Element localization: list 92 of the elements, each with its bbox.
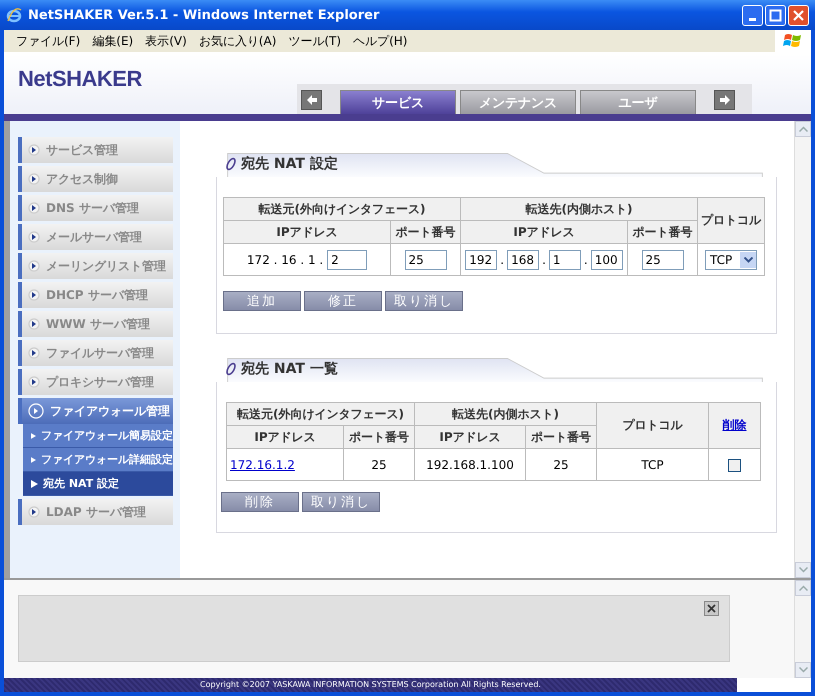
sidebar-item[interactable]: WWW サーバ管理 — [18, 311, 173, 337]
group-header: 転送先(内側ホスト) — [414, 402, 596, 426]
scroll-right-button[interactable] — [714, 90, 735, 110]
left-arrow-icon — [306, 94, 318, 106]
column-header: IPアドレス — [460, 220, 628, 244]
list-button[interactable]: 取り消し — [302, 492, 380, 512]
maximize-button[interactable] — [765, 4, 786, 26]
bullet-icon — [28, 202, 40, 214]
ip-separator: . — [584, 252, 588, 266]
menu-item[interactable]: 表示(V) — [139, 32, 193, 50]
table-cell: 25 — [526, 448, 596, 480]
bullet-icon — [28, 260, 40, 272]
table-cell: 192.168.1.100 — [414, 448, 526, 480]
menu-item[interactable]: お気に入り(A) — [192, 32, 282, 50]
delete-link[interactable]: 削除 — [722, 418, 746, 432]
bullet-icon — [28, 318, 40, 330]
ip-separator: . — [500, 252, 504, 266]
tab[interactable]: ユーザ — [580, 90, 696, 114]
menu-item[interactable]: 編集(E) — [86, 32, 140, 50]
bullet-icon — [28, 403, 44, 419]
sidebar-subitem[interactable]: ファイアウォール詳細設定 — [23, 448, 173, 472]
scrollbar[interactable] — [794, 121, 811, 578]
column-header: ポート番号 — [344, 426, 414, 448]
group-header: 転送先(内側ホスト) — [460, 198, 698, 220]
sidebar-subitem[interactable]: 宛先 NAT 設定 — [23, 472, 173, 496]
ip-field[interactable]: 1 — [548, 250, 581, 270]
triangle-icon — [31, 456, 36, 464]
tab[interactable]: サービス — [340, 90, 456, 114]
port-field[interactable]: 25 — [404, 250, 446, 270]
column-header: ポート番号 — [390, 220, 460, 244]
list-button[interactable]: 削除 — [221, 492, 299, 512]
menu-item[interactable]: ヘルプ(H) — [347, 32, 414, 50]
close-icon[interactable] — [704, 601, 719, 616]
form-button[interactable]: 追加 — [223, 291, 301, 311]
card-title: 宛先 NAT 設定 — [241, 155, 338, 173]
menu-item[interactable]: ファイル(F) — [10, 32, 86, 50]
sidebar-item[interactable]: メールサーバ管理 — [18, 224, 173, 250]
group-header: 転送元(外向けインタフェース) — [226, 402, 414, 426]
column-header: IPアドレス — [226, 426, 344, 448]
ip-separator: . — [542, 252, 546, 266]
sidebar-item[interactable]: DNS サーバ管理 — [18, 195, 173, 221]
bullet-icon — [28, 231, 40, 243]
sidebar-item[interactable]: メーリングリスト管理 — [18, 253, 173, 279]
bullet-icon — [28, 289, 40, 301]
table-cell: TCP — [596, 448, 708, 480]
sidebar-subitem[interactable]: ファイアウォール簡易設定 — [23, 424, 173, 448]
minimize-button[interactable] — [742, 4, 763, 26]
ip-field[interactable]: 100 — [590, 250, 623, 270]
form-button[interactable]: 修正 — [304, 291, 382, 311]
bullet-icon — [28, 506, 40, 518]
sidebar-item[interactable]: アクセス制御 — [18, 166, 173, 192]
sidebar-item[interactable]: ファイルサーバ管理 — [18, 340, 173, 366]
sidebar-item[interactable]: プロキシサーバ管理 — [18, 369, 173, 395]
triangle-icon — [31, 480, 38, 488]
protocol-dropdown[interactable]: TCP — [705, 250, 757, 270]
form-button[interactable]: 取り消し — [385, 291, 463, 311]
column-header: プロトコル — [698, 198, 764, 244]
scroll-left-button[interactable] — [301, 90, 322, 110]
bullet-icon — [28, 347, 40, 359]
group-header: 転送元(外向けインタフェース) — [224, 198, 460, 220]
checkbox[interactable] — [728, 458, 741, 472]
bullet-icon — [28, 144, 40, 156]
right-arrow-icon — [718, 94, 730, 106]
windows-logo — [783, 32, 803, 50]
minimize-icon — [749, 18, 756, 20]
table-cell: 25 — [344, 448, 414, 480]
column-header: IPアドレス — [224, 220, 390, 244]
scrollbar[interactable] — [794, 580, 811, 678]
sidebar-item[interactable]: ファイアウォール管理 — [18, 398, 173, 424]
ip-field[interactable]: 168 — [507, 250, 540, 270]
bullet-icon — [28, 376, 40, 388]
logo: NetSHAKER — [18, 66, 142, 92]
bullet-icon — [28, 173, 40, 185]
tab[interactable]: メンテナンス — [460, 90, 576, 114]
ip-prefix: 172 . 16 . 1 . — [246, 252, 324, 266]
port-field[interactable]: 25 — [642, 250, 684, 270]
sidebar-item[interactable]: LDAP サーバ管理 — [18, 499, 173, 525]
triangle-icon — [31, 432, 36, 440]
column-header: ポート番号 — [628, 220, 698, 244]
copyright-text: Copyright ©2007 YASKAWA INFORMATION SYSTEMS Corporation All Rights Reserved. — [4, 678, 737, 692]
close-button[interactable] — [788, 4, 809, 26]
column-header: プロトコル — [596, 402, 708, 448]
menu-item[interactable]: ツール(T) — [282, 32, 348, 50]
column-header: IPアドレス — [414, 426, 526, 448]
ip-field[interactable]: 2 — [327, 250, 368, 270]
card-title: 宛先 NAT 一覧 — [241, 360, 338, 378]
column-header: ポート番号 — [526, 426, 596, 448]
ip-field[interactable]: 192 — [465, 250, 498, 270]
sidebar-item[interactable]: サービス管理 — [18, 137, 173, 163]
window-title: NetSHAKER Ver.5.1 - Windows Internet Explorer — [28, 8, 380, 22]
browser-icon — [6, 7, 22, 23]
sidebar-item[interactable]: DHCP サーバ管理 — [18, 282, 173, 308]
